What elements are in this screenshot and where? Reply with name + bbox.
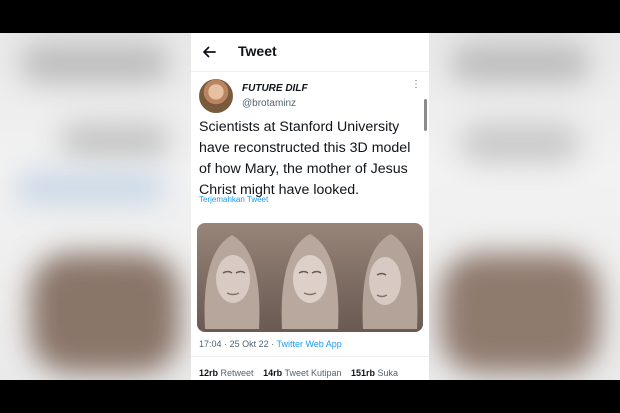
letterbox-bottom	[0, 380, 620, 413]
likes-stat[interactable]: 151rb Suka	[351, 368, 398, 378]
face-render-front	[281, 234, 339, 329]
top-bar: Tweet	[191, 33, 429, 72]
avatar[interactable]	[199, 79, 233, 113]
arrow-left-icon[interactable]	[201, 44, 217, 60]
letterbox-top	[0, 0, 620, 33]
likes-label: Suka	[377, 368, 399, 378]
retweets-stat[interactable]: 12rb Retweet	[199, 368, 254, 378]
retweets-count: 12rb	[199, 368, 219, 378]
tweet-time: 17:04	[199, 339, 222, 349]
face-render-right	[362, 234, 418, 329]
retweets-label: Retweet	[220, 368, 254, 378]
page-title: Tweet	[238, 43, 277, 59]
face-render-left	[204, 235, 260, 329]
tweet-image[interactable]	[197, 223, 423, 332]
tweet-text: Scientists at Stanford University have r…	[199, 119, 411, 198]
tweet-screen: Tweet FUTURE DILF @brotaminz ⋮ Scientist…	[191, 33, 429, 380]
quotes-label: Tweet Kutipan	[284, 368, 342, 378]
meta-separator: ·	[224, 339, 228, 349]
tweet-meta: 17:04 · 25 Okt 22 · Twitter Web App	[199, 339, 342, 349]
quotes-count: 14rb	[263, 368, 283, 378]
tweet-stats: 12rb Retweet 14rb Tweet Kutipan 151rb Su…	[199, 368, 405, 378]
author-name[interactable]: FUTURE DILF	[242, 83, 308, 94]
likes-count: 151rb	[351, 368, 376, 378]
tweet-source[interactable]: Twitter Web App	[276, 339, 341, 349]
translate-link[interactable]: Terjemahkan Tweet	[199, 195, 268, 204]
author-handle[interactable]: @brotaminz	[242, 98, 296, 109]
divider	[191, 356, 429, 357]
tweet-date[interactable]: 25 Okt 22	[230, 339, 269, 349]
quotes-stat[interactable]: 14rb Tweet Kutipan	[263, 368, 341, 378]
meta-separator: ·	[271, 339, 275, 349]
more-vertical-icon[interactable]: ⋮	[411, 80, 421, 90]
